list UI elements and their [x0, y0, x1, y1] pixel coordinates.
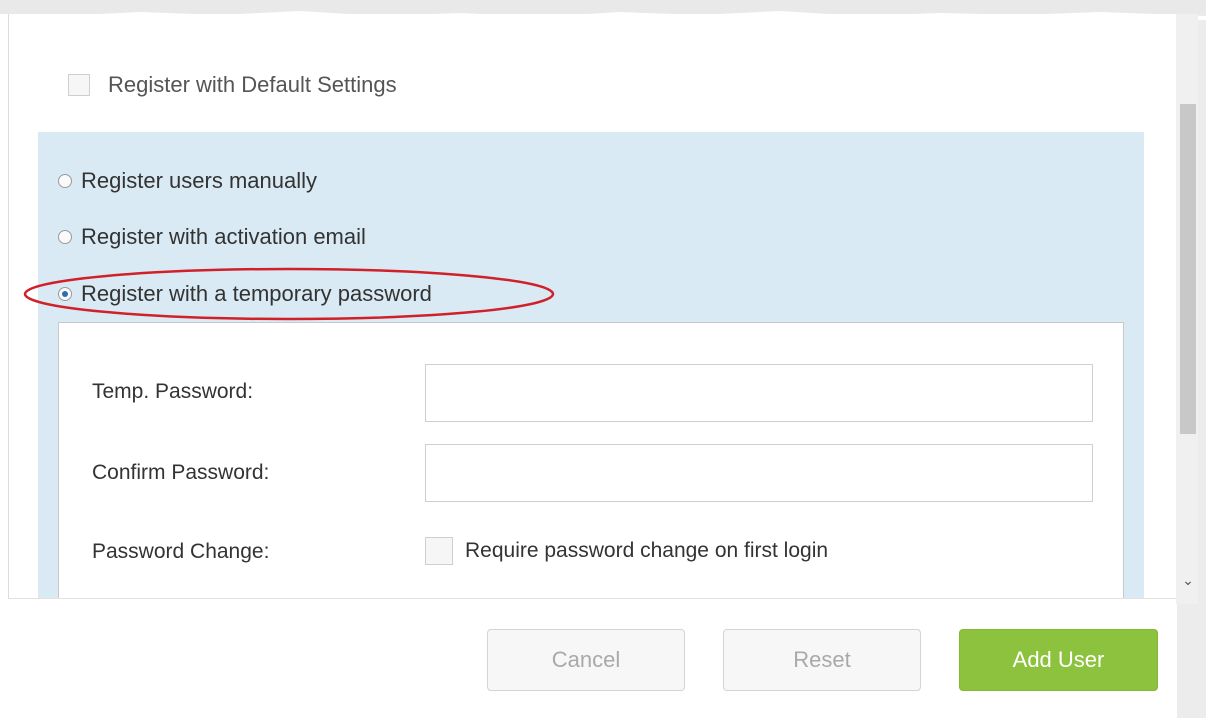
- temp-password-input[interactable]: [425, 364, 1093, 422]
- radio-label-temp-password: Register with a temporary password: [81, 281, 432, 306]
- confirm-password-input[interactable]: [425, 444, 1093, 502]
- radio-button-manually[interactable]: [58, 174, 72, 188]
- radio-label-activation-email: Register with activation email: [81, 224, 366, 249]
- temp-password-label: Temp. Password:: [92, 380, 254, 403]
- confirm-password-label: Confirm Password:: [92, 461, 270, 484]
- password-change-label: Password Change:: [92, 540, 270, 563]
- add-user-button[interactable]: Add User: [959, 629, 1158, 691]
- radio-register-temp-password[interactable]: Register with a temporary password: [58, 279, 432, 309]
- radio-register-manually[interactable]: Register users manually: [58, 166, 317, 196]
- chevron-down-icon[interactable]: ⌄: [1180, 570, 1196, 590]
- radio-button-activation-email[interactable]: [58, 230, 72, 244]
- require-change-row[interactable]: Require password change on first login: [425, 536, 828, 566]
- register-default-row[interactable]: Register with Default Settings: [68, 70, 397, 100]
- require-change-label: Require password change on first login: [465, 539, 829, 562]
- radio-label-manually: Register users manually: [81, 168, 317, 193]
- reset-button[interactable]: Reset: [723, 629, 921, 691]
- register-default-checkbox[interactable]: [68, 74, 90, 96]
- radio-register-activation-email[interactable]: Register with activation email: [58, 222, 366, 252]
- scrollbar-thumb[interactable]: [1180, 104, 1196, 434]
- require-change-checkbox[interactable]: [425, 537, 453, 565]
- register-default-label: Register with Default Settings: [108, 72, 397, 97]
- radio-button-temp-password[interactable]: [58, 287, 72, 301]
- vertical-scrollbar[interactable]: ⌄: [1176, 14, 1198, 604]
- cancel-button[interactable]: Cancel: [487, 629, 685, 691]
